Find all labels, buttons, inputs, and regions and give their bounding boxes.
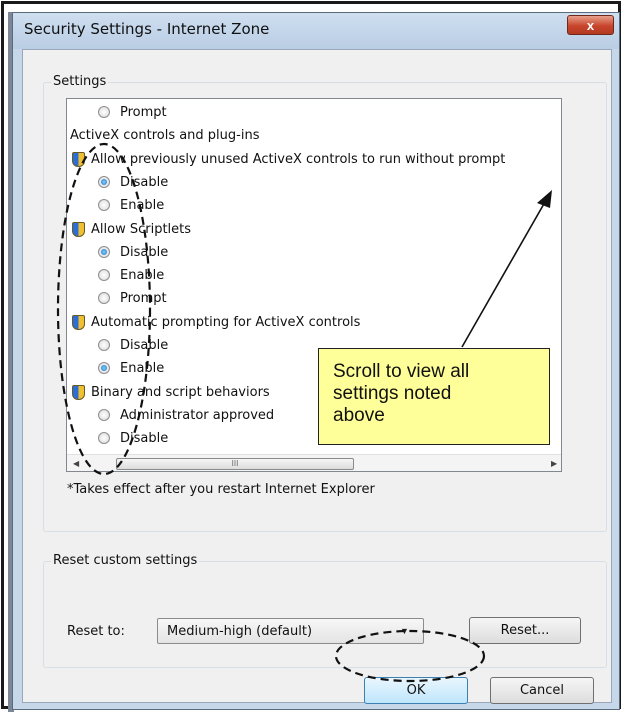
setting-item-label: Binary and script behaviors <box>91 384 270 400</box>
radio-unchecked-icon[interactable] <box>98 269 110 282</box>
radio-option-label: Prompt <box>120 291 167 307</box>
radio-option-label: Enable <box>120 361 165 377</box>
reset-level-dropdown[interactable]: Medium-high (default) ▼ <box>157 618 424 644</box>
scroll-right-icon[interactable]: ▶ <box>551 460 557 468</box>
radio-unchecked-icon[interactable] <box>98 292 110 305</box>
radio-option-label: Enable <box>120 198 165 214</box>
radio-checked-icon[interactable] <box>98 175 110 188</box>
scroll-left-icon[interactable]: ◀ <box>73 460 79 468</box>
setting-category: ActiveX controls and plug-ins <box>67 124 259 147</box>
ok-button[interactable]: OK <box>364 677 468 704</box>
radio-checked-icon[interactable] <box>98 245 110 258</box>
setting-item: Allow Scriptlets <box>67 218 191 241</box>
setting-radio-option[interactable]: Enable <box>67 264 164 287</box>
setting-radio-option[interactable]: Disable <box>67 171 168 194</box>
reset-to-label: Reset to: <box>67 624 125 639</box>
radio-unchecked-icon[interactable] <box>98 432 110 445</box>
setting-radio-option[interactable]: Enable <box>67 194 164 217</box>
radio-unchecked-icon[interactable] <box>98 408 110 421</box>
radio-option-label: Prompt <box>120 105 167 120</box>
security-shield-icon <box>72 221 85 237</box>
radio-checked-icon[interactable] <box>98 362 110 375</box>
setting-radio-option[interactable]: Prompt <box>67 101 167 124</box>
setting-radio-option[interactable]: Enable <box>67 357 164 380</box>
setting-item-label: Allow Scriptlets <box>91 221 192 237</box>
radio-option-label: Disable <box>120 338 169 353</box>
reset-button[interactable]: Reset... <box>469 617 581 644</box>
setting-radio-option[interactable]: Disable <box>67 241 168 264</box>
security-shield-icon <box>72 314 85 330</box>
restart-note: *Takes effect after you restart Internet… <box>67 482 375 497</box>
radio-option-label: Administrator approved <box>120 407 275 423</box>
annotation-callout: Scroll to view all settings noted above <box>318 348 550 445</box>
setting-item-label: Automatic prompting for ActiveX controls <box>91 314 361 330</box>
reset-level-value: Medium-high (default) <box>167 624 313 639</box>
reset-group-label: Reset custom settings <box>51 553 200 568</box>
horizontal-scrollbar[interactable]: ◀ III ▶ <box>67 454 561 471</box>
chevron-down-icon: ▼ <box>400 626 409 636</box>
security-shield-icon <box>72 384 85 400</box>
setting-radio-option[interactable]: Prompt <box>67 287 167 310</box>
radio-unchecked-icon[interactable] <box>98 106 110 118</box>
title-bar: Security Settings - Internet Zone x <box>13 13 619 49</box>
setting-item: Binary and script behaviors <box>67 381 270 404</box>
setting-radio-option[interactable]: Administrator approved <box>67 404 274 427</box>
setting-radio-option[interactable]: Disable <box>67 427 168 450</box>
radio-option-label: Enable <box>120 268 165 284</box>
radio-option-label: Disable <box>120 431 169 447</box>
setting-radio-option[interactable]: Disable <box>67 334 168 357</box>
setting-category-label: ActiveX controls and plug-ins <box>70 128 260 144</box>
horizontal-scroll-thumb[interactable]: III <box>116 458 354 470</box>
security-shield-icon <box>72 151 85 167</box>
setting-item-label: Allow previously unused ActiveX controls… <box>91 151 506 167</box>
setting-item: Allow previously unused ActiveX controls… <box>67 148 505 171</box>
radio-option-label: Disable <box>120 174 169 190</box>
radio-unchecked-icon[interactable] <box>98 199 110 212</box>
window-title: Security Settings - Internet Zone <box>24 20 270 38</box>
setting-item: Automatic prompting for ActiveX controls <box>67 311 360 334</box>
radio-option-label: Disable <box>120 244 169 260</box>
reset-group <box>43 561 607 668</box>
close-button[interactable]: x <box>567 15 614 35</box>
radio-unchecked-icon[interactable] <box>98 339 110 351</box>
cancel-button[interactable]: Cancel <box>490 677 594 704</box>
settings-group-label: Settings <box>51 74 109 89</box>
